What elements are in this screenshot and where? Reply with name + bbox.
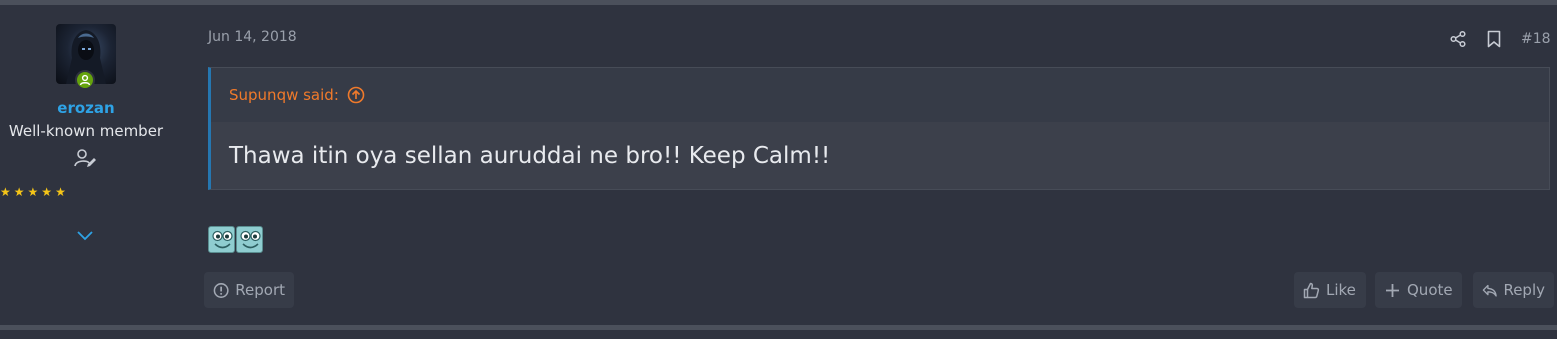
quote-text: Thawa itin oya sellan auruddai ne bro!! … bbox=[211, 122, 1549, 189]
reply-button[interactable]: Reply bbox=[1473, 272, 1554, 308]
like-button[interactable]: Like bbox=[1294, 272, 1366, 308]
star-icon: ★ bbox=[27, 185, 39, 199]
report-button[interactable]: Report bbox=[204, 272, 294, 308]
username[interactable]: erozan bbox=[0, 99, 172, 117]
quote-author-label[interactable]: Supunqw said: bbox=[229, 86, 339, 104]
quote-block: Supunqw said: Thawa itin oya sellan auru… bbox=[208, 67, 1550, 190]
star-icon: ★ bbox=[55, 185, 66, 199]
user-edit-icon bbox=[73, 146, 97, 170]
bookmark-icon[interactable] bbox=[1486, 30, 1502, 48]
alert-circle-icon bbox=[213, 282, 229, 298]
quote-button[interactable]: Quote bbox=[1375, 272, 1462, 308]
quote-attribution[interactable]: Supunqw said: bbox=[211, 68, 1549, 122]
thumbs-up-icon bbox=[1303, 282, 1320, 298]
star-icon: ★ bbox=[0, 185, 11, 199]
plus-icon bbox=[1386, 283, 1399, 297]
bottom-divider bbox=[0, 325, 1557, 330]
star-icon: ★ bbox=[41, 185, 53, 199]
share-icon[interactable] bbox=[1449, 30, 1467, 48]
post-user-cell: erozan Well-known member ★ ★ ★ ★ ★ bbox=[0, 10, 172, 320]
post-number-link[interactable]: #18 bbox=[1521, 31, 1551, 47]
user-title: Well-known member bbox=[8, 122, 164, 140]
quote-label: Quote bbox=[1407, 281, 1453, 299]
like-label: Like bbox=[1326, 281, 1356, 299]
reply-icon bbox=[1482, 284, 1497, 297]
online-status-icon bbox=[75, 70, 95, 90]
report-label: Report bbox=[235, 281, 285, 299]
smiley-icon bbox=[208, 226, 235, 253]
rating-stars: ★ ★ ★ ★ ★ bbox=[0, 186, 66, 198]
top-divider bbox=[0, 0, 1557, 5]
post-content-smilies bbox=[208, 226, 263, 253]
arrow-up-circle-icon[interactable] bbox=[347, 86, 365, 104]
reply-label: Reply bbox=[1503, 281, 1545, 299]
star-icon: ★ bbox=[13, 185, 25, 199]
chevron-down-icon[interactable] bbox=[76, 226, 94, 241]
smiley-icon bbox=[236, 226, 263, 253]
post-date[interactable]: Jun 14, 2018 bbox=[208, 29, 297, 45]
